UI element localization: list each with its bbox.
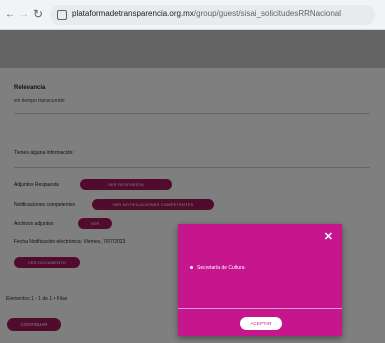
url-text: plataformadetransparencia.org.mx/group/g… (72, 9, 341, 18)
close-icon[interactable]: ✕ (324, 230, 333, 243)
address-bar[interactable]: plataformadetransparencia.org.mx/group/g… (50, 5, 375, 25)
list-item-label: Secretaría de Cultura (197, 265, 245, 271)
competent-authorities-modal: ✕ Secretaría de Cultura ACEPTAR (178, 224, 342, 336)
accept-button[interactable]: ACEPTAR (240, 317, 282, 330)
back-arrow-icon[interactable]: ← (5, 9, 15, 20)
site-info-icon[interactable] (57, 10, 67, 20)
authority-list: Secretaría de Cultura (190, 265, 245, 271)
list-item: Secretaría de Cultura (190, 265, 245, 271)
browser-toolbar: ← → ↻ plataformadetransparencia.org.mx/g… (0, 0, 385, 30)
modal-footer-divider (178, 308, 342, 309)
reload-icon[interactable]: ↻ (33, 7, 43, 21)
forward-arrow-icon[interactable]: → (19, 9, 29, 20)
url-path: /group/guest/sisai_solicitudesRRNacional (193, 9, 342, 18)
bullet-icon (190, 266, 193, 270)
url-domain: plataformadetransparencia.org.mx (72, 9, 194, 18)
